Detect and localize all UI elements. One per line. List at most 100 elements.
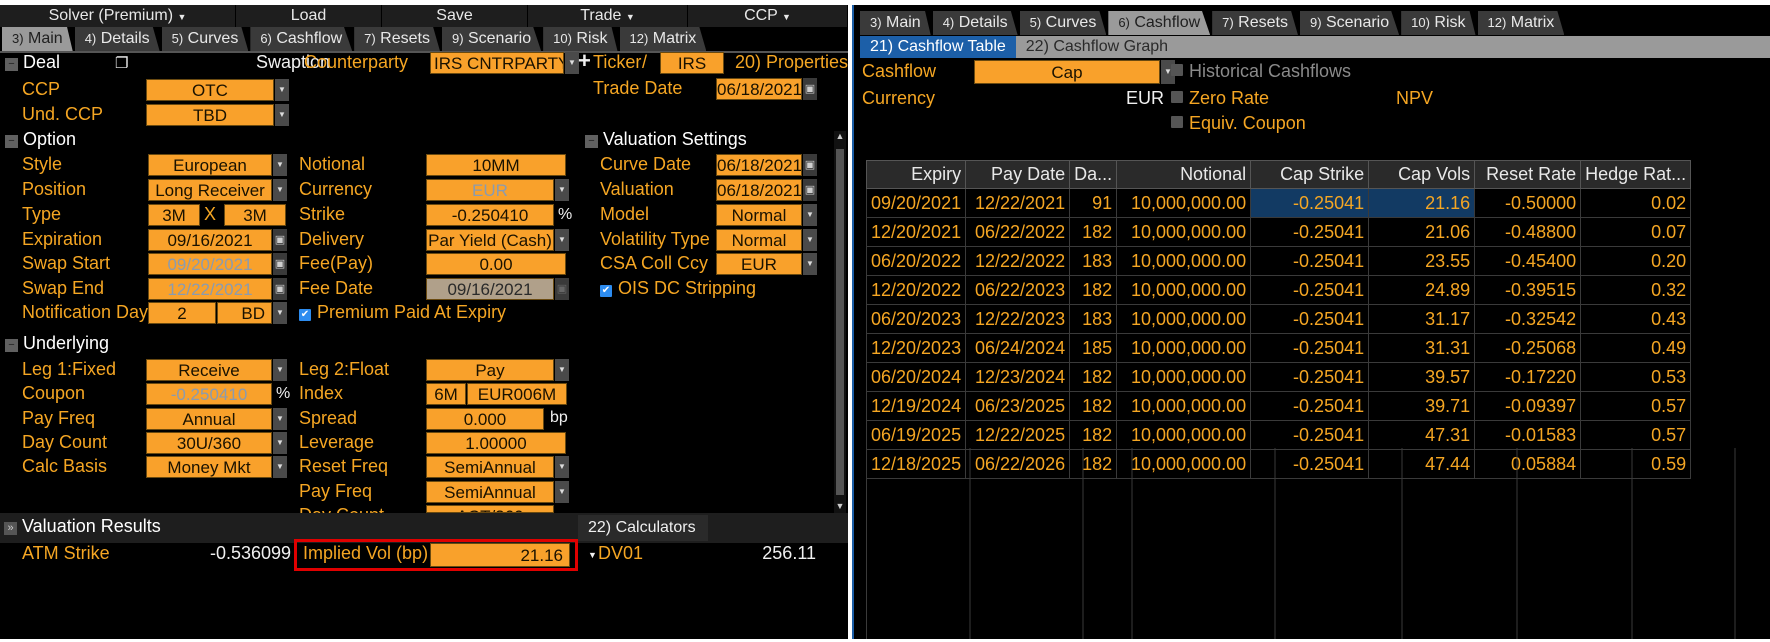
day-count-dropdown[interactable]: ▼ [273, 432, 287, 454]
tab-curves[interactable]: 5) Curves [1019, 11, 1107, 35]
cell-hedge-ratio[interactable]: 0.43 [1580, 304, 1692, 334]
position-field[interactable]: Long Receiver [148, 179, 272, 201]
cell-pay-date[interactable]: 12/23/2024 [965, 362, 1071, 392]
cell-expiry[interactable]: 12/20/2023 [865, 333, 967, 363]
cell-cap-strike[interactable]: -0.25041 [1250, 275, 1370, 305]
cell-days[interactable]: 182 [1069, 217, 1118, 247]
table-row[interactable]: 06/20/2023 12/22/2023 183 10,000,000.00 -0.2… [865, 304, 1692, 334]
cell-cap-strike[interactable]: -0.25041 [1250, 304, 1370, 334]
cell-days[interactable]: 183 [1069, 246, 1118, 276]
counterparty-dropdown[interactable]: ▼ [565, 52, 579, 74]
pay-freq-dropdown[interactable]: ▼ [273, 408, 287, 430]
cell-cap-vols[interactable]: 21.06 [1368, 217, 1476, 247]
col-header-cap-strike[interactable]: Cap Strike [1250, 160, 1370, 189]
cell-reset-rate[interactable]: -0.50000 [1474, 188, 1582, 218]
calendar-icon[interactable]: ▣ [273, 253, 287, 275]
tab-curves[interactable]: 5) Curves [161, 27, 249, 51]
cell-reset-rate[interactable]: -0.32542 [1474, 304, 1582, 334]
cell-days[interactable]: 182 [1069, 275, 1118, 305]
tab-resets[interactable]: 7) Resets [354, 27, 440, 51]
cell-cap-vols[interactable]: 23.55 [1368, 246, 1476, 276]
cell-reset-rate[interactable]: -0.39515 [1474, 275, 1582, 305]
index-field[interactable]: EUR006M [467, 383, 567, 405]
valuation-settings-header[interactable]: − Valuation Settings [585, 129, 747, 150]
cell-hedge-ratio[interactable]: 0.02 [1580, 188, 1692, 218]
menu-load[interactable]: Load [236, 5, 382, 27]
calendar-icon[interactable]: ▣ [273, 278, 287, 300]
cell-hedge-ratio[interactable]: 0.49 [1580, 333, 1692, 363]
col-header-days[interactable]: Da... [1069, 160, 1118, 189]
calc-basis-dropdown[interactable]: ▼ [273, 456, 287, 478]
pay-freq-field[interactable]: Annual [146, 408, 272, 430]
table-row[interactable]: 06/20/2024 12/23/2024 182 10,000,000.00 -0.2… [865, 362, 1692, 392]
cell-hedge-ratio[interactable]: 0.53 [1580, 362, 1692, 392]
col-header-reset-rate[interactable]: Reset Rate [1474, 160, 1582, 189]
historical-cashflows-checkbox[interactable]: Historical Cashflows [1171, 61, 1351, 82]
tab-main[interactable]: 3) Main [2, 27, 73, 51]
pay-freq2-field[interactable]: SemiAnnual [426, 481, 554, 503]
cell-cap-vols[interactable]: 47.31 [1368, 420, 1476, 450]
cell-days[interactable]: 182 [1069, 362, 1118, 392]
index-tenor-field[interactable]: 6M [426, 383, 466, 405]
model-field[interactable]: Normal [716, 204, 802, 226]
calendar-icon[interactable]: ▣ [555, 278, 569, 300]
leg2-field[interactable]: Pay [426, 359, 554, 381]
cell-days[interactable]: 182 [1069, 420, 1118, 450]
calendar-icon[interactable]: ▣ [273, 229, 287, 251]
currency-dropdown[interactable]: ▼ [555, 179, 569, 201]
cell-pay-date[interactable]: 06/24/2024 [965, 333, 1071, 363]
cell-notional[interactable]: 10,000,000.00 [1116, 188, 1252, 218]
cell-expiry[interactable]: 06/20/2024 [865, 362, 967, 392]
table-row[interactable]: 09/20/2021 12/22/2021 91 10,000,000.00 -0.25… [865, 188, 1692, 218]
model-dropdown[interactable]: ▼ [803, 204, 817, 226]
strike-field[interactable]: -0.250410 [426, 204, 554, 226]
valuation-date-field[interactable]: 06/18/2021 [716, 179, 802, 201]
leg2-dropdown[interactable]: ▼ [555, 359, 569, 381]
col-header-hedge-ratio[interactable]: Hedge Rat... [1580, 160, 1692, 189]
cell-notional[interactable]: 10,000,000.00 [1116, 420, 1252, 450]
subtab-cashflow-graph[interactable]: 22) Cashflow Graph [1016, 36, 1178, 58]
expiration-field[interactable]: 09/16/2021 [148, 229, 272, 251]
cell-notional[interactable]: 10,000,000.00 [1116, 217, 1252, 247]
leg1-field[interactable]: Receive [146, 359, 272, 381]
cell-notional[interactable]: 10,000,000.00 [1116, 333, 1252, 363]
cell-notional[interactable]: 10,000,000.00 [1116, 391, 1252, 421]
cell-cap-strike[interactable]: -0.25041 [1250, 188, 1370, 218]
copy-icon[interactable]: ❐ [115, 54, 128, 72]
fee-date-field[interactable]: 09/16/2021 [426, 278, 554, 300]
col-header-notional[interactable]: Notional [1116, 160, 1252, 189]
cell-expiry[interactable]: 12/19/2024 [865, 391, 967, 421]
scroll-up-icon[interactable]: ▲ [834, 131, 846, 145]
notification-unit-dropdown[interactable]: ▼ [273, 302, 287, 324]
cell-days[interactable]: 182 [1069, 391, 1118, 421]
type-tenor-field[interactable]: 3M [224, 204, 286, 226]
cell-expiry[interactable]: 12/20/2022 [865, 275, 967, 305]
cell-cap-vols[interactable]: 31.17 [1368, 304, 1476, 334]
cell-cap-vols[interactable]: 39.57 [1368, 362, 1476, 392]
position-dropdown[interactable]: ▼ [273, 179, 287, 201]
tab-cashflow[interactable]: 6) Cashflow [1108, 11, 1211, 35]
calc-basis-field[interactable]: Money Mkt [146, 456, 272, 478]
tab-details[interactable]: 4) Details [74, 27, 160, 51]
reset-freq-dropdown[interactable]: ▼ [555, 456, 569, 478]
csa-dropdown[interactable]: ▼ [803, 253, 817, 275]
ticker-field[interactable]: IRS [660, 52, 724, 74]
cell-cap-vols[interactable]: 39.71 [1368, 391, 1476, 421]
cell-hedge-ratio[interactable]: 0.57 [1580, 391, 1692, 421]
delivery-dropdown[interactable]: ▼ [555, 229, 569, 251]
vol-type-dropdown[interactable]: ▼ [803, 229, 817, 251]
cell-cap-strike[interactable]: -0.25041 [1250, 420, 1370, 450]
table-row[interactable]: 06/19/2025 12/22/2025 182 10,000,000.00 -0.2… [865, 420, 1692, 450]
cell-hedge-ratio[interactable]: 0.57 [1580, 420, 1692, 450]
pay-freq2-dropdown[interactable]: ▼ [555, 481, 569, 503]
cell-cap-strike[interactable]: -0.25041 [1250, 391, 1370, 421]
cell-reset-rate[interactable]: -0.09397 [1474, 391, 1582, 421]
und-ccp-field[interactable]: TBD [146, 104, 274, 126]
cell-cap-strike[interactable]: -0.25041 [1250, 246, 1370, 276]
table-row[interactable]: 12/20/2023 06/24/2024 185 10,000,000.00 -0.2… [865, 333, 1692, 363]
tab-cashflow[interactable]: 6) Cashflow [250, 27, 353, 51]
curve-date-field[interactable]: 06/18/2021 [716, 154, 802, 176]
table-row[interactable]: 12/20/2022 06/22/2023 182 10,000,000.00 -0.2… [865, 275, 1692, 305]
menu-trade[interactable]: Trade ▼ [528, 5, 688, 27]
cell-notional[interactable]: 10,000,000.00 [1116, 362, 1252, 392]
